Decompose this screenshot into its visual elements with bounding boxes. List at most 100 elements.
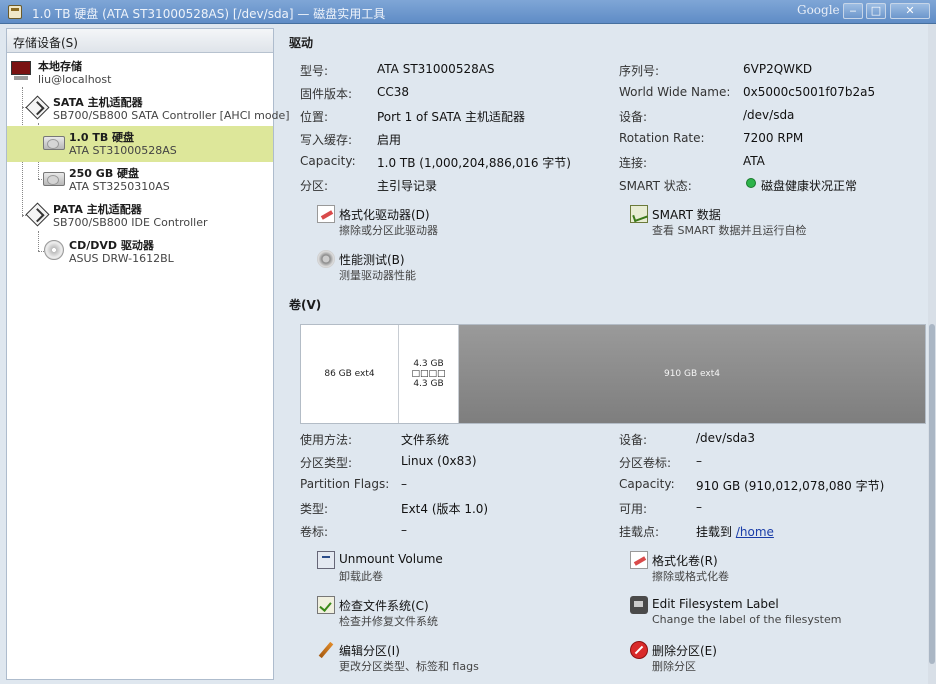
action-title: Edit Filesystem Label bbox=[652, 597, 779, 611]
write-cache-value: 启用 bbox=[377, 133, 402, 147]
controller-icon bbox=[25, 202, 50, 227]
rotation-rate-label: Rotation Rate: bbox=[619, 131, 705, 145]
partition-label-label: 分区卷标: bbox=[619, 456, 672, 470]
partition-segment-sda3[interactable]: 910 GB ext4 bbox=[459, 325, 925, 423]
minimize-button[interactable]: ‒ bbox=[843, 3, 863, 19]
smart-data-icon bbox=[630, 205, 648, 223]
format-drive-button[interactable]: 格式化驱动器(D) 擦除或分区此驱动器 bbox=[317, 204, 517, 238]
connection-value: ATA bbox=[743, 154, 765, 168]
harddisk-icon bbox=[42, 130, 66, 154]
smart-status-label: SMART 状态: bbox=[619, 179, 692, 193]
sidebar-item-label: 250 GB 硬盘 bbox=[69, 167, 140, 180]
model-value: ATA ST31000528AS bbox=[377, 62, 495, 76]
partition-label: 910 GB ext4 bbox=[663, 369, 720, 379]
sidebar-item-sublabel: ATA ST3250310AS bbox=[69, 180, 170, 193]
volume-capacity-label: Capacity: bbox=[619, 477, 675, 491]
scrollbar-thumb[interactable] bbox=[929, 324, 935, 664]
google-brand: Google bbox=[797, 3, 840, 17]
mount-point-link[interactable]: /home bbox=[736, 525, 774, 539]
sidebar-item-label: CD/DVD 驱动器 bbox=[69, 239, 154, 252]
check-filesystem-icon bbox=[317, 596, 335, 614]
capacity-value: 1.0 TB (1,000,204,886,016 字节) bbox=[377, 156, 571, 170]
firmware-label: 固件版本: bbox=[300, 87, 353, 101]
mount-point-value: 挂载到 /home bbox=[696, 523, 774, 540]
partition-map: 86 GB ext4 4.3 GB □□□□ 4.3 GB 910 GB ext… bbox=[300, 324, 926, 424]
action-title: 编辑分区(I) bbox=[339, 644, 400, 658]
serial-label: 序列号: bbox=[619, 64, 660, 78]
fs-type-label: 类型: bbox=[300, 502, 329, 516]
sidebar-item-local-storage[interactable]: 本地存储 liu@localhost bbox=[7, 55, 273, 91]
maximize-button[interactable]: □ bbox=[866, 3, 886, 19]
partition-flags-label: Partition Flags: bbox=[300, 477, 390, 491]
unmount-volume-button[interactable]: Unmount Volume 卸载此卷 bbox=[317, 550, 517, 584]
volumes-section-title: 卷(V) bbox=[289, 298, 322, 312]
partition-label: 4.3 GB □□□□ bbox=[411, 359, 446, 379]
sidebar-item-sublabel: ASUS DRW-1612BL bbox=[69, 252, 174, 265]
partition-segment-sda2[interactable]: 4.3 GB □□□□ 4.3 GB bbox=[399, 325, 459, 423]
edit-partition-button[interactable]: 编辑分区(I) 更改分区类型、标签和 flags bbox=[317, 640, 537, 674]
connection-label: 连接: bbox=[619, 156, 648, 170]
benchmark-button[interactable]: 性能测试(B) 测量驱动器性能 bbox=[317, 249, 517, 283]
usage-label: 使用方法: bbox=[300, 433, 353, 447]
close-button[interactable]: ✕ bbox=[890, 3, 930, 19]
action-title: 格式化驱动器(D) bbox=[339, 208, 430, 222]
usage-value: 文件系统 bbox=[401, 433, 450, 447]
sidebar-item-250gb-harddisk[interactable]: 250 GB 硬盘 ATA ST3250310AS bbox=[7, 162, 273, 198]
sidebar-item-cd-dvd-drive[interactable]: CD/DVD 驱动器 ASUS DRW-1612BL bbox=[7, 234, 273, 270]
check-filesystem-button[interactable]: 检查文件系统(C) 检查并修复文件系统 bbox=[317, 595, 517, 629]
details-scrollbar[interactable] bbox=[928, 24, 936, 684]
controller-icon bbox=[25, 95, 50, 120]
sidebar-item-sublabel: ATA ST31000528AS bbox=[69, 144, 177, 157]
partition-segment-sda1[interactable]: 86 GB ext4 bbox=[301, 325, 399, 423]
partitioning-label: 分区: bbox=[300, 179, 329, 193]
edit-label-icon bbox=[630, 596, 648, 614]
title-bar: 1.0 TB 硬盘 (ATA ST31000528AS) [/dev/sda] … bbox=[0, 0, 936, 24]
sidebar-item-1tb-harddisk[interactable]: 1.0 TB 硬盘 ATA ST31000528AS bbox=[7, 126, 273, 162]
action-title: SMART 数据 bbox=[652, 208, 721, 222]
volume-capacity-value: 910 GB (910,012,078,080 字节) bbox=[696, 479, 885, 493]
storage-devices-header[interactable]: 存储设备(S) bbox=[7, 29, 273, 53]
drive-section-title: 驱动 bbox=[289, 36, 314, 50]
action-description: 卸载此卷 bbox=[339, 570, 383, 583]
unmount-icon bbox=[317, 551, 335, 569]
partition-type-value: Linux (0x83) bbox=[401, 454, 477, 468]
model-label: 型号: bbox=[300, 64, 329, 78]
harddisk-icon bbox=[42, 166, 66, 190]
sidebar-item-label: 1.0 TB 硬盘 bbox=[69, 131, 135, 144]
format-drive-icon bbox=[317, 205, 335, 223]
partition-sublabel: 4.3 GB bbox=[413, 379, 444, 389]
location-value: Port 1 of SATA 主机适配器 bbox=[377, 110, 525, 124]
delete-partition-button[interactable]: 删除分区(E) 删除分区 bbox=[630, 640, 830, 674]
wwn-label: World Wide Name: bbox=[619, 85, 731, 99]
action-title: 性能测试(B) bbox=[339, 253, 405, 267]
format-volume-button[interactable]: 格式化卷(R) 擦除或格式化卷 bbox=[630, 550, 830, 584]
volume-device-value: /dev/sda3 bbox=[696, 431, 756, 445]
sidebar-item-sata-host-adapter[interactable]: SATA 主机适配器 SB700/SB800 SATA Controller [… bbox=[7, 91, 290, 127]
rotation-rate-value: 7200 RPM bbox=[743, 131, 804, 145]
device-value: /dev/sda bbox=[743, 108, 795, 122]
volume-label-value: – bbox=[401, 523, 407, 537]
sidebar-item-sublabel: liu@localhost bbox=[38, 73, 112, 86]
mount-point-prefix: 挂载到 bbox=[696, 525, 736, 539]
action-description: 更改分区类型、标签和 flags bbox=[339, 660, 479, 673]
sidebar-item-pata-host-adapter[interactable]: PATA 主机适配器 SB700/SB800 IDE Controller bbox=[7, 198, 273, 234]
partitioning-value: 主引导记录 bbox=[377, 179, 438, 193]
action-description: 删除分区 bbox=[652, 660, 696, 673]
action-title: 格式化卷(R) bbox=[652, 554, 718, 568]
serial-value: 6VP2QWKD bbox=[743, 62, 813, 76]
available-value: – bbox=[696, 500, 702, 514]
partition-label-value: – bbox=[696, 454, 702, 468]
smart-data-button[interactable]: SMART 数据 查看 SMART 数据并且运行自检 bbox=[630, 204, 850, 238]
fs-type-value: Ext4 (版本 1.0) bbox=[401, 502, 489, 516]
volume-label-label: 卷标: bbox=[300, 525, 329, 539]
smart-status-value: 磁盘健康状况正常 bbox=[761, 179, 858, 193]
health-ok-icon bbox=[746, 178, 756, 188]
action-description: 擦除或格式化卷 bbox=[652, 570, 729, 583]
location-label: 位置: bbox=[300, 110, 329, 124]
partition-type-label: 分区类型: bbox=[300, 456, 353, 470]
device-label: 设备: bbox=[619, 110, 648, 124]
storage-devices-panel: 存储设备(S) 本地存储 liu@localhost SATA 主机适配器 SB… bbox=[6, 28, 290, 680]
sidebar-item-label: SATA 主机适配器 bbox=[53, 96, 143, 109]
sidebar-item-label: 本地存储 bbox=[38, 60, 82, 73]
edit-filesystem-label-button[interactable]: Edit Filesystem Label Change the label o… bbox=[630, 595, 860, 629]
